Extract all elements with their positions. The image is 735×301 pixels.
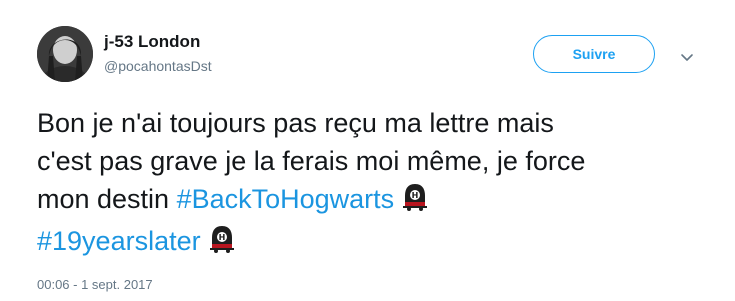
tweet-text: Bon je n'ai toujours pas reçu ma lettre … [37,104,717,264]
tweet-line-2: c'est pas grave je la ferais moi même, j… [37,146,586,176]
hashtag-backtohogwarts[interactable]: #BackToHogwarts [177,184,395,214]
tweet-line-4: #19yearslater H [37,222,717,264]
follow-button[interactable]: Suivre [533,35,655,73]
train-emoji-icon: H [400,182,430,222]
avatar[interactable] [37,26,93,82]
user-name[interactable]: j-53 London [104,32,200,52]
tweet-card: j-53 London @pocahontasDst Suivre Bon je… [0,0,735,301]
svg-text:H: H [412,191,419,200]
user-handle[interactable]: @pocahontasDst [104,58,212,74]
tweet-timestamp[interactable]: 00:06 - 1 sept. 2017 [37,277,153,292]
train-emoji-icon: H [207,224,237,264]
tweet-line-3: mon destin #BackToHogwarts H [37,180,717,222]
chevron-down-icon[interactable] [680,50,694,61]
tweet-line-1: Bon je n'ai toujours pas reçu ma lettre … [37,108,554,138]
svg-text:H: H [218,233,225,242]
hashtag-19yearslater[interactable]: #19yearslater [37,226,201,256]
tweet-line-3-text: mon destin [37,184,177,214]
